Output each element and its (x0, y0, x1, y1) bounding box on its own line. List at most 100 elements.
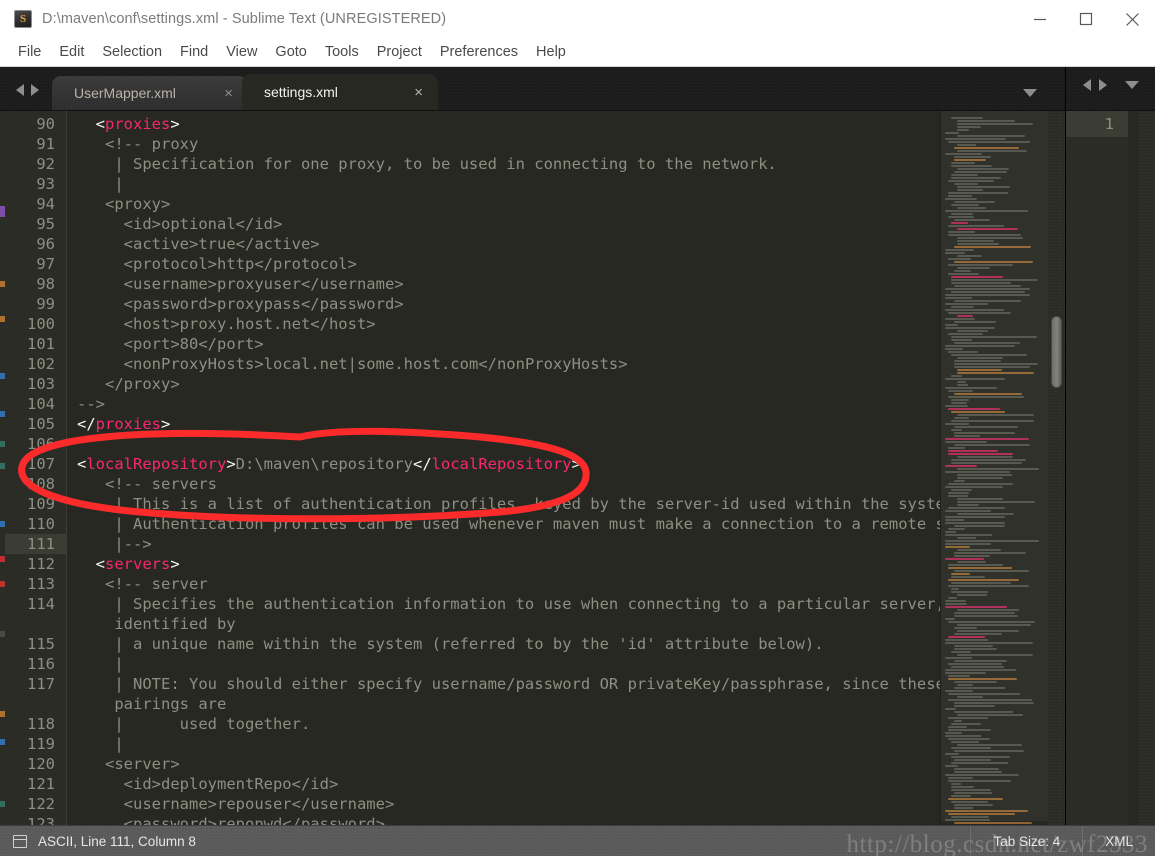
chevron-down-icon[interactable] (1023, 89, 1037, 97)
code-line: | NOTE: You should either specify userna… (114, 675, 940, 693)
code-line: | used together. (114, 715, 311, 733)
code-line: <server> (105, 755, 180, 773)
tab-settings-xml[interactable]: settings.xml × (242, 74, 438, 110)
tab-usermapper-xml[interactable]: UserMapper.xml × (52, 76, 248, 110)
tab-close-icon[interactable]: × (382, 85, 423, 100)
syntax-mode-status[interactable]: XML (1082, 826, 1155, 856)
menu-item-preferences[interactable]: Preferences (431, 42, 527, 63)
code-line: <proxy> (105, 195, 171, 213)
minimap[interactable] (940, 111, 1048, 825)
line-number: 106 (27, 435, 55, 453)
chevron-down-icon[interactable] (1124, 80, 1139, 89)
code-line: <nonProxyHosts>local.net|some.host.com</… (123, 355, 628, 373)
code-line: <!-- proxy (105, 135, 199, 153)
pane-2-line-number: 1 (1104, 115, 1114, 133)
editor-body: 90 91 92 93 94 95 96 97 98 99 100 101 102 103 104 105 10… (0, 110, 1155, 833)
menu-item-view[interactable]: View (217, 42, 266, 63)
line-number: 92 (36, 155, 55, 173)
line-number: 101 (27, 335, 55, 353)
code-line: | (114, 735, 124, 753)
line-number: 95 (36, 215, 55, 233)
code-line: <port>80</port> (123, 335, 264, 353)
menu-item-tools[interactable]: Tools (316, 42, 368, 63)
close-icon[interactable] (1109, 0, 1155, 38)
editor-pane-2: 1 (1065, 110, 1155, 825)
minimap-line (954, 822, 1032, 824)
line-number: 115 (27, 635, 55, 653)
code-line: <localRepository>D:\maven\repository</lo… (77, 455, 581, 473)
minimap-viewport[interactable] (941, 111, 1048, 821)
code-line: | Specification for one proxy, to be use… (114, 155, 777, 173)
line-number-gutter: 90 91 92 93 94 95 96 97 98 99 100 101 102 103 104 105 10… (5, 111, 67, 833)
code-line: | Specifies the authentication informati… (114, 595, 940, 613)
line-number: 111 (27, 535, 55, 553)
arrow-right-icon[interactable] (1098, 78, 1107, 91)
tab-strip: UserMapper.xml × settings.xml × (0, 67, 1155, 110)
maximize-icon[interactable] (1063, 0, 1109, 38)
arrow-left-icon[interactable] (1082, 78, 1091, 91)
line-number: 105 (27, 415, 55, 433)
line-number: 116 (27, 655, 55, 673)
line-number: 100 (27, 315, 55, 333)
menu-item-project[interactable]: Project (368, 42, 431, 63)
code-line: <active>true</active> (123, 235, 320, 253)
vertical-scrollbar[interactable] (1048, 111, 1065, 825)
tab-close-icon[interactable]: × (192, 86, 233, 101)
scrollbar-thumb[interactable] (1051, 316, 1062, 388)
file-encoding-icon (13, 834, 27, 848)
code-line: <host>proxy.host.net</host> (123, 315, 376, 333)
code-line-wrapped: identified by (114, 615, 236, 633)
line-number: 108 (27, 475, 55, 493)
code-line: | This is a list of authentication profi… (114, 495, 940, 513)
line-number: 109 (27, 495, 55, 513)
code-line: <!-- servers (105, 475, 217, 493)
minimize-icon[interactable] (1017, 0, 1063, 38)
code-line: <!-- server (105, 575, 208, 593)
code-line: | Authentication profiles can be used wh… (114, 515, 940, 533)
line-number: 114 (27, 595, 55, 613)
tab-label: UserMapper.xml (74, 85, 176, 101)
code-line: |--> (114, 535, 152, 553)
arrow-right-icon[interactable] (31, 84, 39, 96)
line-number: 97 (36, 255, 55, 273)
menu-item-help[interactable]: Help (527, 42, 575, 63)
code-text-area[interactable]: <proxies> <!-- proxy | Specification for… (67, 111, 940, 825)
code-line: <protocol>http</protocol> (123, 255, 357, 273)
tab-size-status[interactable]: Tab Size: 4 (970, 826, 1082, 856)
active-line-highlight (1066, 111, 1128, 137)
line-number: 110 (27, 515, 55, 533)
menu-bar: File Edit Selection Find View Goto Tools… (0, 38, 1155, 67)
status-bar: ASCII, Line 111, Column 8 Tab Size: 4 XM… (0, 825, 1155, 856)
line-number: 104 (27, 395, 55, 413)
code-line: <id>deploymentRepo</id> (123, 775, 339, 793)
window-controls (1017, 0, 1155, 38)
tab-label: settings.xml (264, 84, 338, 100)
code-line: <username>proxyuser</username> (123, 275, 404, 293)
code-line-wrapped: pairings are (114, 695, 227, 713)
menu-item-selection[interactable]: Selection (93, 42, 171, 63)
menu-item-goto[interactable]: Goto (266, 42, 315, 63)
sublime-text-icon (14, 10, 32, 28)
pane-2-code-area[interactable] (1128, 111, 1138, 825)
line-number: 96 (36, 235, 55, 253)
code-line: </proxy> (105, 375, 180, 393)
menu-item-file[interactable]: File (9, 42, 50, 63)
line-number: 112 (27, 555, 55, 573)
menu-item-edit[interactable]: Edit (50, 42, 93, 63)
code-line: | a unique name within the system (refer… (114, 635, 824, 653)
line-number: 119 (27, 735, 55, 753)
code-line: --> (77, 395, 105, 413)
line-number: 90 (36, 115, 55, 133)
code-line: <username>repouser</username> (123, 795, 395, 813)
menu-item-find[interactable]: Find (171, 42, 217, 63)
code-line: | (114, 175, 124, 193)
pane-1-tab-group: UserMapper.xml × settings.xml × (0, 67, 1065, 110)
arrow-left-icon[interactable] (16, 84, 24, 96)
pane-2-vertical-scrollbar[interactable] (1138, 111, 1155, 825)
line-number: 102 (27, 355, 55, 373)
line-number: 122 (27, 795, 55, 813)
sublime-text-window: D:\maven\conf\settings.xml - Sublime Tex… (0, 0, 1155, 856)
line-number: 120 (27, 755, 55, 773)
code-line: <password>proxypass</password> (123, 295, 404, 313)
line-number: 113 (27, 575, 55, 593)
